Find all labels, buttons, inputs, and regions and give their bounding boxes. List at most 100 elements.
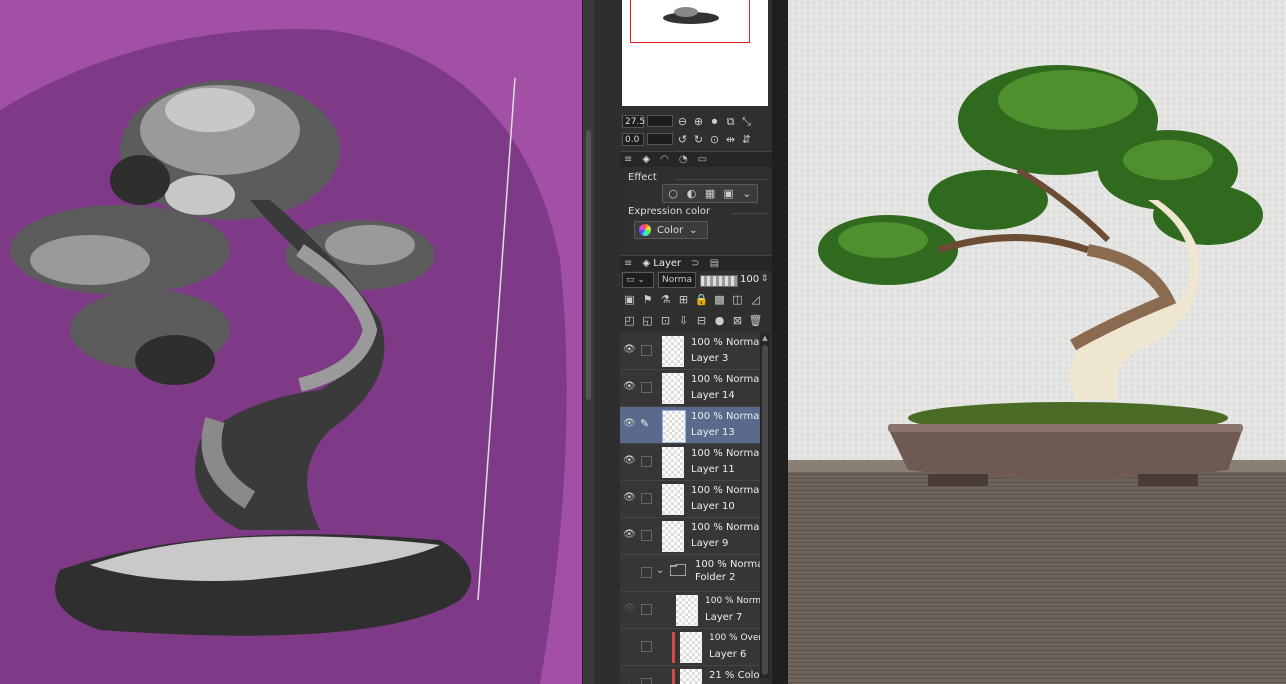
tab-layer[interactable]: ◈ Layer <box>642 258 681 269</box>
layer-row-clipped[interactable]: · 21 % Color <box>620 666 760 684</box>
layer-row[interactable]: 👁 100 % Normal Layer 11 <box>620 444 760 481</box>
ruler-icon[interactable]: ◿ <box>748 292 763 306</box>
new-folder-icon[interactable]: ⊡ <box>658 313 673 327</box>
layer-row-selected[interactable]: 👁 ✎ 100 % Normal Layer 13 <box>620 407 760 444</box>
lock-checkbox[interactable] <box>641 345 652 356</box>
apply-mask-icon[interactable]: ⊠ <box>730 313 745 327</box>
scrollbar-thumb[interactable] <box>762 345 768 675</box>
eye-icon[interactable]: 👁 <box>623 455 636 467</box>
trash-icon[interactable]: 🗑 <box>748 313 763 327</box>
eye-icon[interactable]: 👁 <box>623 603 636 615</box>
opacity-value[interactable]: 100 <box>740 274 759 285</box>
reset-rotation-icon[interactable]: ⊙ <box>708 133 721 146</box>
lock-checkbox[interactable] <box>641 604 652 615</box>
rotate-left-icon[interactable]: ↺ <box>676 133 689 146</box>
layer-name: Layer 6 <box>709 649 747 660</box>
opacity-stepper-icon[interactable]: ⇕ <box>758 273 771 286</box>
mask-area-icon[interactable]: ◫ <box>730 292 745 306</box>
zoom-slider[interactable] <box>647 115 673 127</box>
clip-icon[interactable]: ⚗ <box>658 292 673 306</box>
menu-icon[interactable]: ≡ <box>624 154 632 165</box>
layer-mode: 21 % Color <box>709 670 760 681</box>
lock-checkbox[interactable] <box>641 530 652 541</box>
lock-checkbox[interactable] <box>641 382 652 393</box>
rotation-field[interactable]: 0.0 <box>622 132 644 146</box>
border-effect-icon[interactable]: ○ <box>667 187 679 200</box>
lock-checkbox[interactable] <box>641 678 652 684</box>
drawing-canvas[interactable] <box>0 0 582 684</box>
tone-effect-icon[interactable]: ◐ <box>685 187 697 200</box>
tab-autoaction[interactable]: ▤ <box>710 258 719 269</box>
zoom-field[interactable]: 27.5 <box>622 114 645 128</box>
blend-mode-select[interactable]: Norma <box>658 272 696 288</box>
layer-color-select[interactable]: ▭ ⌄ <box>622 272 654 288</box>
layer-row[interactable]: 👁 100 % Normal Layer 9 <box>620 518 760 555</box>
eye-hidden-icon[interactable]: · <box>623 677 635 684</box>
fit-icon[interactable]: ⧉ <box>724 115 737 128</box>
eye-hidden-icon[interactable]: · <box>623 640 635 652</box>
flip-horizontal-icon[interactable]: ⇹ <box>724 133 737 146</box>
window-gap <box>772 0 788 684</box>
chevron-down-icon[interactable]: ⌄ <box>656 565 664 576</box>
fit-window-icon[interactable]: ⤡ <box>740 115 753 128</box>
expression-color-select[interactable]: Color ⌄ <box>634 221 708 239</box>
lock-checkbox[interactable] <box>641 493 652 504</box>
chevron-down-icon[interactable]: ⌄ <box>741 187 753 200</box>
reference-layer-icon[interactable]: ▣ <box>622 292 637 306</box>
layer-name: Layer 14 <box>691 390 735 401</box>
layer-thumbnail <box>676 595 698 626</box>
layer-row[interactable]: 👁 100 % Normal Layer 7 <box>620 592 760 629</box>
layer-list-scrollbar[interactable]: ▲ <box>760 333 770 678</box>
layer-mode: 100 % Normal <box>691 448 760 459</box>
eye-icon[interactable]: 👁 <box>623 492 636 504</box>
opacity-slider[interactable] <box>700 275 738 287</box>
eye-icon[interactable]: 👁 <box>623 381 636 393</box>
navigator-preview[interactable] <box>622 0 768 106</box>
merge-icon[interactable]: ⊟ <box>694 313 709 327</box>
eye-icon[interactable]: 👁 <box>623 418 636 430</box>
actual-size-icon[interactable]: ⏺ <box>708 115 721 128</box>
flip-vertical-icon[interactable]: ⇵ <box>740 133 753 146</box>
rotate-right-icon[interactable]: ↻ <box>692 133 705 146</box>
navigator-view-frame[interactable] <box>630 0 750 43</box>
tab-history[interactable]: ⊃ <box>691 258 699 269</box>
draft-layer-icon[interactable]: ⚑ <box>640 292 655 306</box>
pattern-effect-icon[interactable]: ▦ <box>704 187 716 200</box>
splitter-grip[interactable] <box>586 130 591 400</box>
lock-icon[interactable]: 🔒 <box>694 292 709 306</box>
zoom-out-icon[interactable]: ⊖ <box>676 115 689 128</box>
new-raster-layer-icon[interactable]: ◰ <box>622 313 637 327</box>
layer-row[interactable]: 👁 100 % Normal Layer 14 <box>620 370 760 407</box>
zoom-in-icon[interactable]: ⊕ <box>692 115 705 128</box>
clipping-indicator <box>672 669 675 684</box>
new-vector-layer-icon[interactable]: ◱ <box>640 313 655 327</box>
menu-icon[interactable]: ≡ <box>624 258 632 269</box>
extract-line-icon[interactable]: ▣ <box>722 187 734 200</box>
tab-tool-property[interactable]: ◠ <box>660 154 669 165</box>
lock-transparent-icon[interactable]: ⊞ <box>676 292 691 306</box>
layer-side-panel: 27.5 ⊖ ⊕ ⏺ ⧉ ⤡ 0.0 ↺ ↻ ⊙ ⇹ ⇵ ≡ ◈ ◠ ◔ ▭ E… <box>620 0 772 684</box>
rotation-slider[interactable] <box>647 133 673 145</box>
tab-color[interactable]: ▭ <box>698 154 707 165</box>
eye-hidden-icon[interactable]: · <box>623 566 635 578</box>
transfer-down-icon[interactable]: ⇩ <box>676 313 691 327</box>
lock-checkbox[interactable] <box>641 641 652 652</box>
eye-icon[interactable]: 👁 <box>623 529 636 541</box>
create-mask-icon[interactable]: ● <box>712 313 727 327</box>
layer-name: Layer 9 <box>691 538 729 549</box>
layer-thumbnail <box>662 336 684 367</box>
tab-layer-property[interactable]: ◈ <box>642 154 650 165</box>
layer-row-clipped[interactable]: · 100 % Over Layer 6 <box>620 629 760 666</box>
mask-icon[interactable]: ▩ <box>712 292 727 306</box>
eye-icon[interactable]: 👁 <box>623 344 636 356</box>
tab-brush-size[interactable]: ◔ <box>679 154 688 165</box>
folder-row[interactable]: · ⌄ 100 % Normal Folder 2 <box>620 555 760 592</box>
scroll-up-icon[interactable]: ▲ <box>761 334 769 342</box>
lock-checkbox[interactable] <box>641 456 652 467</box>
layer-row[interactable]: 👁 100 % Normal Layer 10 <box>620 481 760 518</box>
layer-name: Layer 3 <box>691 353 729 364</box>
layer-row[interactable]: 👁 100 % Normal Layer 3 <box>620 333 760 370</box>
navigator-rotate-row: 0.0 ↺ ↻ ⊙ ⇹ ⇵ <box>622 131 753 147</box>
layer-thumbnail <box>662 484 684 515</box>
lock-checkbox[interactable] <box>641 567 652 578</box>
